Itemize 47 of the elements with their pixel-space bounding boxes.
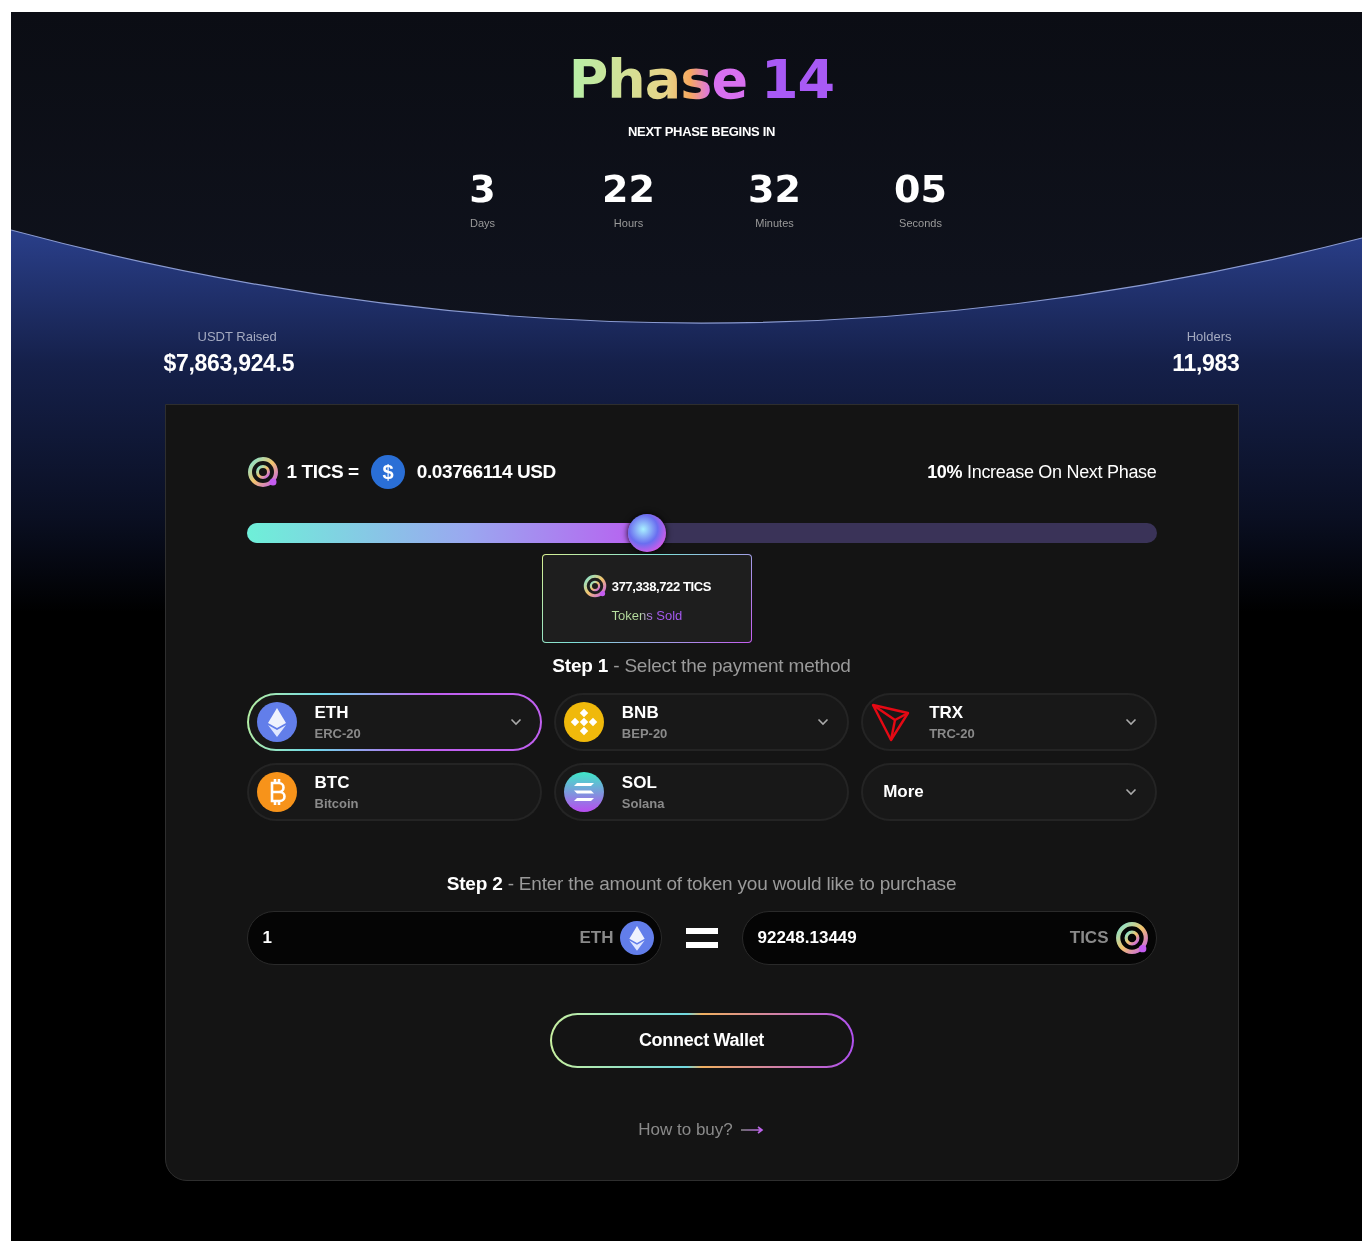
stat-value: 11,983 <box>1172 350 1240 377</box>
countdown-caption: NEXT PHASE BEGINS IN <box>627 124 776 139</box>
countdown-value: 3 <box>469 167 496 211</box>
currency-label: ETH <box>579 928 614 948</box>
token-logo-icon <box>582 574 607 598</box>
tron-icon <box>871 702 912 742</box>
chevron-down-icon <box>509 718 522 726</box>
arrow-right-icon <box>740 1126 765 1134</box>
tokens-sold-value: 377,338,722 TICS <box>611 578 711 594</box>
countdown-label: Minutes <box>755 217 794 229</box>
payment-option[interactable]: ETH ERC-20 <box>246 693 542 751</box>
how-to-buy-link[interactable]: How to buy? <box>638 1120 733 1140</box>
payment-option[interactable]: More <box>861 763 1157 821</box>
countdown-label: Hours <box>613 217 644 229</box>
phase-number: 14 <box>761 48 835 112</box>
chevron-down-icon <box>1124 788 1137 796</box>
countdown-value: 32 <box>748 167 801 211</box>
connect-wallet-button[interactable]: Connect Wallet <box>549 1013 854 1068</box>
chevron-down-icon <box>1124 718 1137 726</box>
step-instruction: Step 1 - Select the payment method <box>551 655 852 677</box>
countdown-value: 22 <box>602 167 655 211</box>
tokens-sold-label: Tokens Sold <box>611 608 683 623</box>
token-price-value: 0.03766114 USD <box>416 461 556 483</box>
binance-icon <box>563 702 604 742</box>
countdown-label: Days <box>469 217 496 229</box>
payment-option[interactable]: BNB BEP-20 <box>553 693 850 751</box>
price-increase-note: 10% Increase On Next Phase <box>927 461 1157 483</box>
countdown-label: Seconds <box>899 217 942 229</box>
solana-icon <box>563 772 604 812</box>
step-instruction: Step 2 - Enter the amount of token you would like to purchase <box>445 873 958 895</box>
ethereum-icon <box>256 702 297 742</box>
dollar-coin-icon: $ <box>370 455 405 489</box>
countdown-value: 05 <box>894 167 947 211</box>
payment-option[interactable]: BTC Bitcoin <box>246 763 542 821</box>
bitcoin-icon <box>256 772 297 812</box>
payment-option[interactable]: SOL Solana <box>553 763 850 821</box>
stat-value: $7,863,924.5 <box>163 350 295 377</box>
stat-label: USDT Raised <box>197 329 277 344</box>
token-logo-icon <box>246 456 279 488</box>
currency-label: TICS <box>1069 928 1109 948</box>
stat-label: Holders <box>1186 329 1232 344</box>
ethereum-icon <box>619 921 654 955</box>
chevron-down-icon <box>817 718 830 726</box>
token-price-label: 1 TICS = <box>286 461 359 483</box>
equals-icon <box>685 928 718 948</box>
payment-option[interactable]: TRX TRC-20 <box>861 693 1157 751</box>
token-logo-icon <box>1114 921 1149 955</box>
